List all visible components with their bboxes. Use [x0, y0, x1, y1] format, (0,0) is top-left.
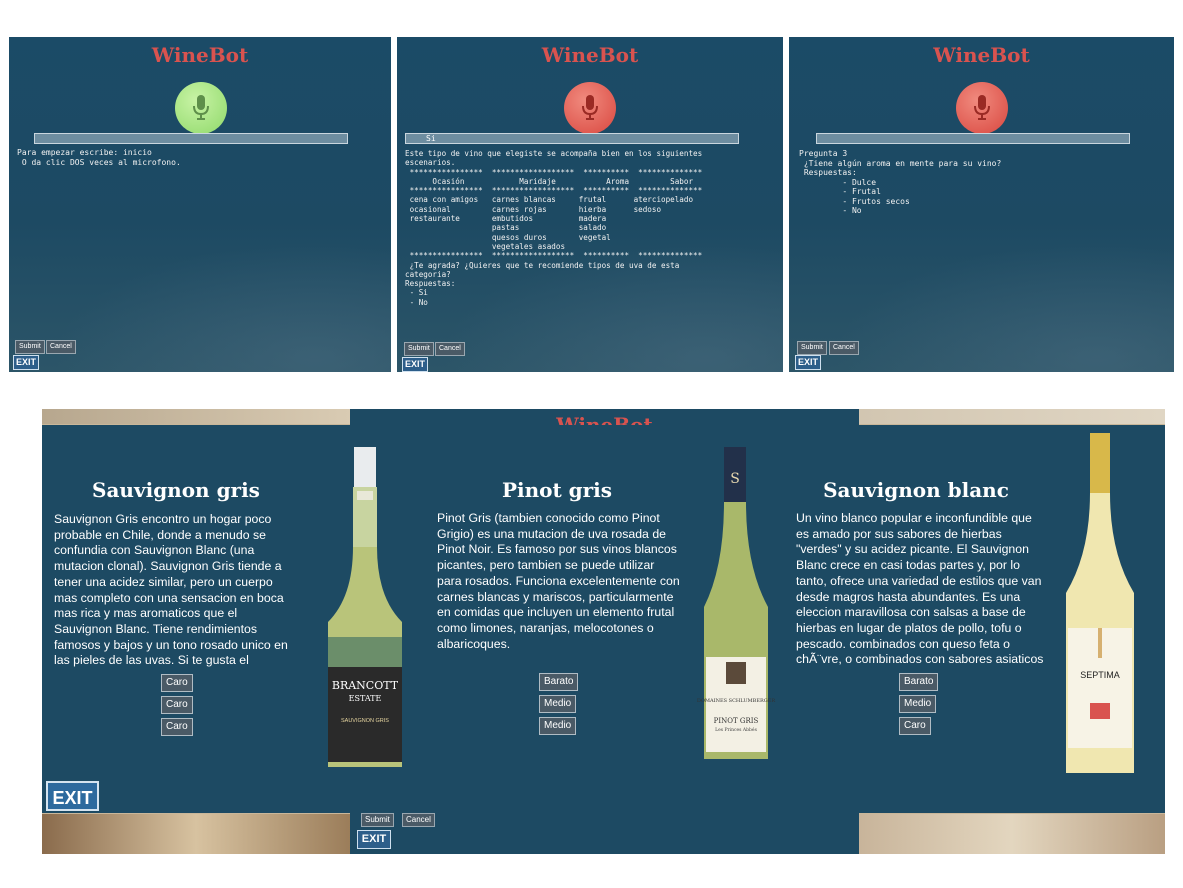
- wine-bottle-image: SEPTIMA: [1066, 433, 1134, 773]
- exit-button[interactable]: EXIT: [402, 357, 428, 372]
- wine-bottle-image: BRANCOTT ESTATE SAUVIGNON GRIS: [328, 447, 402, 767]
- price-option-button[interactable]: Caro: [899, 717, 931, 735]
- microphone-button[interactable]: [175, 82, 227, 134]
- bottle-top-letter: S: [730, 471, 740, 487]
- winebot-window-2: WineBot Si Este tipo de vino que elegist…: [397, 37, 783, 372]
- app-title: WineBot: [151, 43, 249, 67]
- bottle-brand: BRANCOTT: [332, 679, 399, 692]
- message-input[interactable]: [34, 133, 348, 144]
- submit-button[interactable]: Submit: [797, 341, 827, 355]
- cancel-button[interactable]: Cancel: [46, 340, 76, 354]
- microphone-button[interactable]: [956, 82, 1008, 134]
- app-title: WineBot: [556, 413, 653, 425]
- bottle-sub: PINOT GRIS: [714, 717, 759, 725]
- bottle-brand: SEPTIMA: [1080, 670, 1120, 680]
- wine-title: Sauvignon gris: [92, 478, 260, 502]
- bottle-variety: Les Princes Abbés: [715, 726, 758, 733]
- microphone-icon: [193, 95, 209, 120]
- bottle-sub: ESTATE: [349, 694, 382, 703]
- price-option-button[interactable]: Medio: [539, 695, 577, 713]
- chat-output: Para empezar escribe: inicio O da clic D…: [17, 148, 181, 167]
- wine-title: Sauvignon blanc: [823, 478, 1009, 502]
- cancel-button[interactable]: Cancel: [435, 342, 465, 356]
- wine-description: Pinot Gris (tambien conocido como Pinot …: [437, 511, 680, 651]
- submit-button[interactable]: Submit: [404, 342, 434, 356]
- winebot-window-3: WineBot Pregunta 3 ¿Tiene algún aroma en…: [789, 37, 1174, 372]
- message-input[interactable]: Si: [405, 133, 739, 144]
- price-option-button[interactable]: Caro: [161, 674, 193, 692]
- cancel-button[interactable]: Cancel: [829, 341, 859, 355]
- wine-title: Pinot gris: [501, 478, 613, 502]
- price-option-button[interactable]: Barato: [539, 673, 579, 691]
- wine-description: Un vino blanco popular e inconfundible q…: [796, 511, 1044, 667]
- exit-button[interactable]: EXIT: [46, 781, 99, 811]
- cancel-button[interactable]: Cancel: [402, 813, 435, 827]
- bottle-brand: DOMAINES SCHLUMBERGER: [697, 698, 776, 704]
- price-option-button[interactable]: Medio: [539, 717, 577, 735]
- app-title: WineBot: [933, 43, 1030, 67]
- microphone-button[interactable]: [564, 82, 616, 134]
- message-input[interactable]: [816, 133, 1130, 144]
- chat-output: Este tipo de vino que elegiste se acompa…: [405, 149, 703, 307]
- price-option-button[interactable]: Barato: [899, 673, 939, 691]
- exit-button[interactable]: EXIT: [795, 355, 821, 370]
- price-option-button[interactable]: Medio: [899, 695, 937, 713]
- microphone-icon: [974, 95, 990, 120]
- background-photo: [42, 814, 350, 854]
- exit-button[interactable]: EXIT: [13, 355, 39, 370]
- exit-button[interactable]: EXIT: [357, 830, 391, 849]
- submit-button[interactable]: Submit: [15, 340, 45, 354]
- background-photo: [859, 814, 1165, 854]
- price-option-button[interactable]: Caro: [161, 718, 193, 736]
- background-photo: [859, 409, 1165, 424]
- bottle-variety: SAUVIGNON GRIS: [341, 718, 389, 724]
- wine-description: Sauvignon Gris encontro un hogar poco pr…: [54, 512, 288, 670]
- winebot-window-1: WineBot Para empezar escribe: inicio O d…: [9, 37, 391, 372]
- wine-recommendations-panel: Sauvignon gris Sauvignon Gris encontro u…: [42, 425, 1165, 813]
- microphone-icon: [582, 95, 598, 120]
- app-title: WineBot: [541, 43, 639, 67]
- submit-button[interactable]: Submit: [361, 813, 394, 827]
- background-photo: [42, 409, 350, 424]
- price-option-button[interactable]: Caro: [161, 696, 193, 714]
- chat-output: Pregunta 3 ¿Tiene algún aroma en mente p…: [799, 149, 1002, 215]
- wine-bottle-image: S DOMAINES SCHLUMBERGER PINOT GRIS Les P…: [697, 447, 776, 759]
